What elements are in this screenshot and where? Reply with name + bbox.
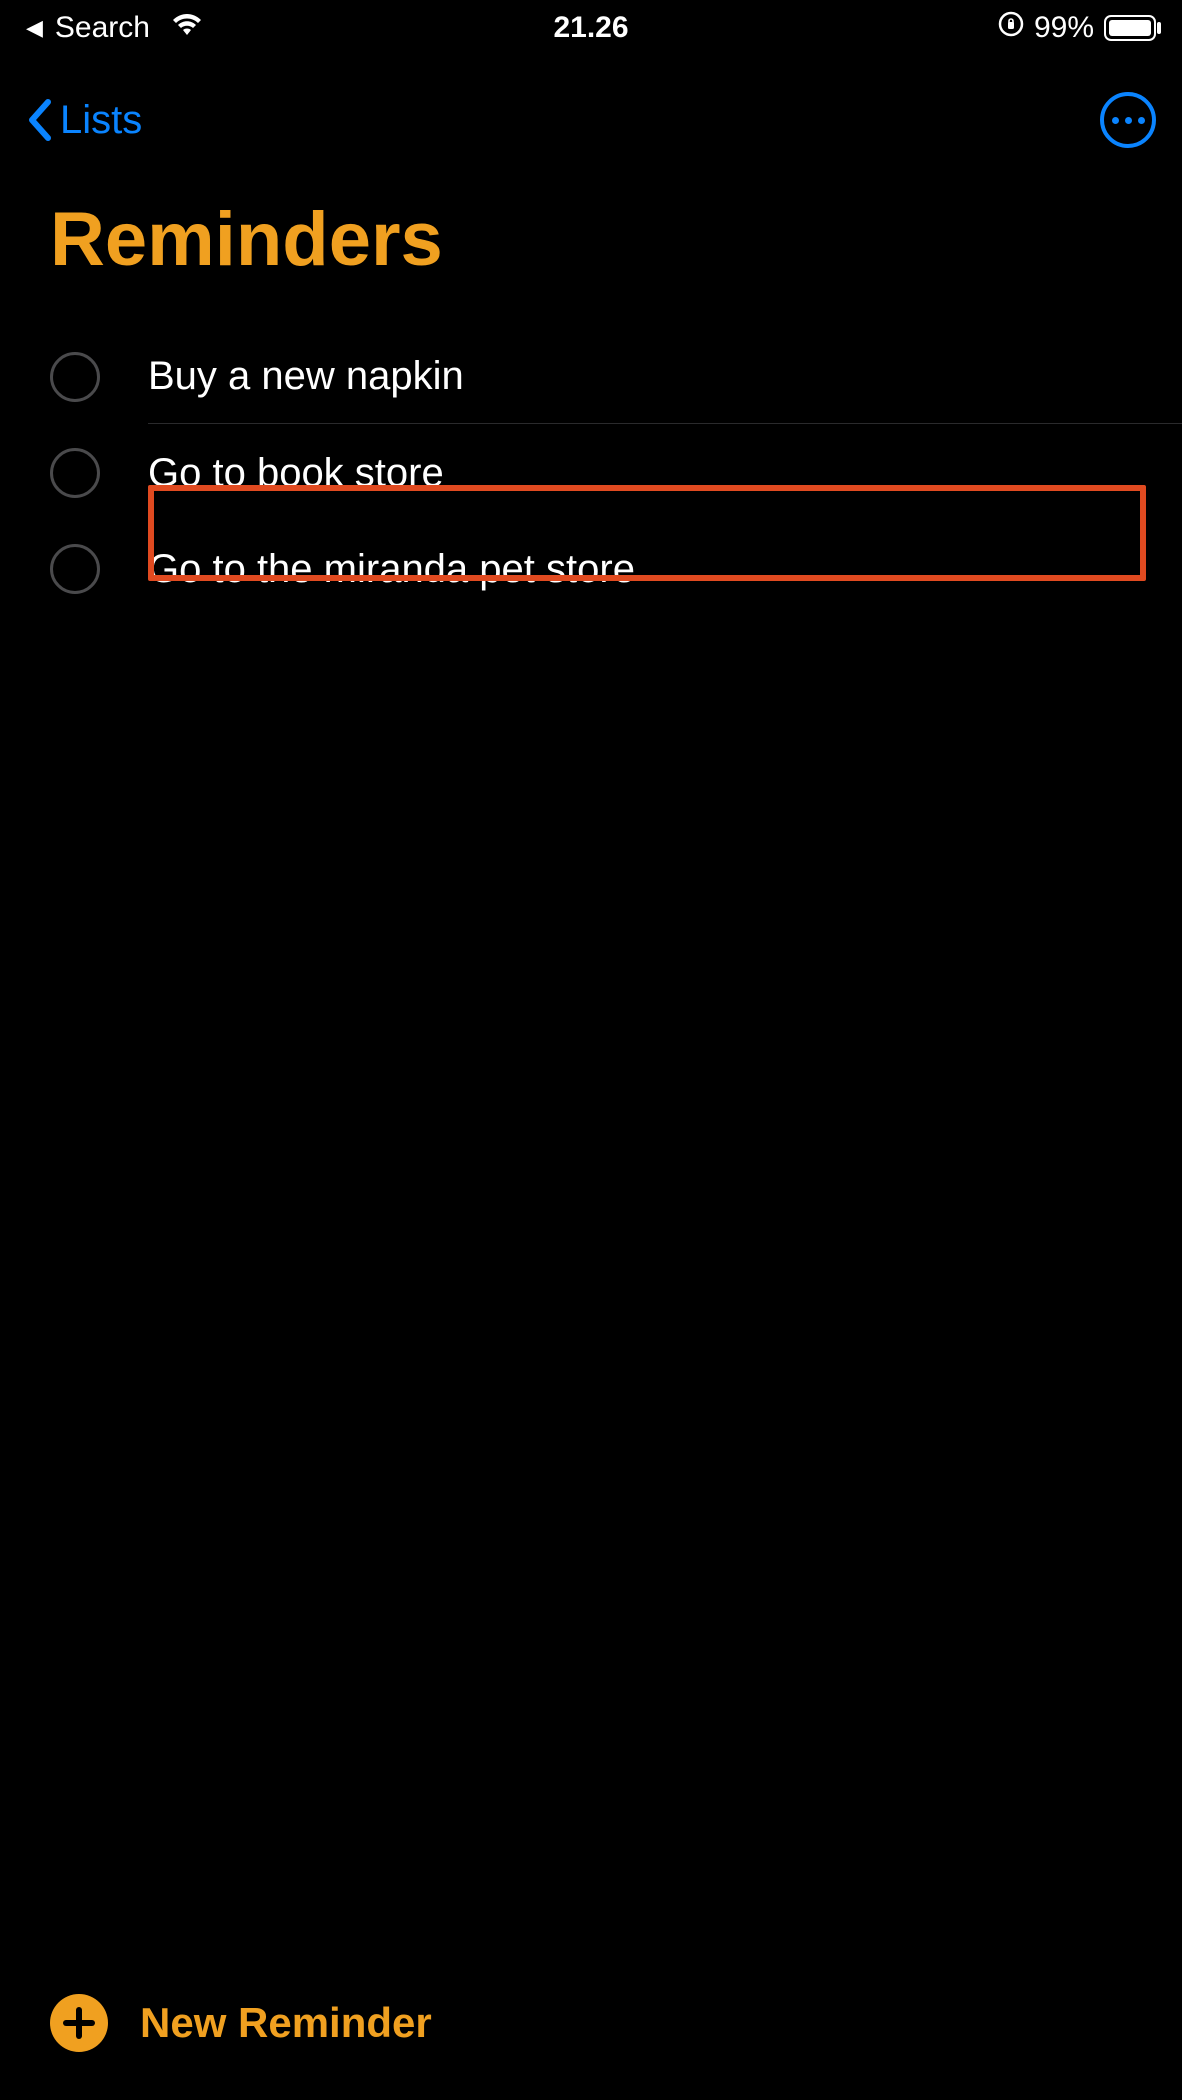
- battery-fill: [1109, 20, 1151, 36]
- reminder-complete-toggle[interactable]: [50, 448, 100, 498]
- reminders-list: Buy a new napkin Go to book store Go to …: [0, 293, 1182, 617]
- orientation-lock-icon: [998, 11, 1024, 45]
- wifi-icon: [170, 11, 204, 45]
- battery-percentage: 99%: [1034, 11, 1094, 45]
- reminder-text[interactable]: Buy a new napkin: [148, 330, 1182, 424]
- status-back-app-label[interactable]: Search: [55, 11, 150, 45]
- status-bar-left: ◀ Search: [26, 11, 553, 45]
- status-time: 21.26: [553, 11, 628, 45]
- ellipsis-icon: [1112, 117, 1119, 124]
- reminder-complete-toggle[interactable]: [50, 544, 100, 594]
- plus-icon: [62, 2006, 96, 2040]
- reminder-row[interactable]: Buy a new napkin: [0, 329, 1182, 425]
- page-title: Reminders: [0, 166, 1182, 293]
- back-label: Lists: [60, 98, 142, 143]
- footer: New Reminder: [0, 1994, 1182, 2100]
- more-button[interactable]: [1100, 92, 1156, 148]
- status-bar: ◀ Search 21.26 99%: [0, 0, 1182, 56]
- chevron-left-icon: [26, 98, 54, 142]
- new-reminder-button[interactable]: [50, 1994, 108, 2052]
- back-button[interactable]: Lists: [26, 98, 142, 143]
- reminder-text[interactable]: Go to the miranda pet store: [148, 523, 1182, 616]
- reminder-text[interactable]: Go to book store: [148, 427, 1182, 520]
- status-bar-right: 99%: [629, 11, 1156, 45]
- back-triangle-icon[interactable]: ◀: [26, 17, 43, 39]
- battery-icon: [1104, 15, 1156, 41]
- reminder-row[interactable]: Go to the miranda pet store: [0, 521, 1182, 617]
- nav-bar: Lists: [0, 56, 1182, 166]
- new-reminder-label[interactable]: New Reminder: [140, 1999, 432, 2047]
- reminder-row[interactable]: Go to book store: [0, 425, 1182, 521]
- reminder-complete-toggle[interactable]: [50, 352, 100, 402]
